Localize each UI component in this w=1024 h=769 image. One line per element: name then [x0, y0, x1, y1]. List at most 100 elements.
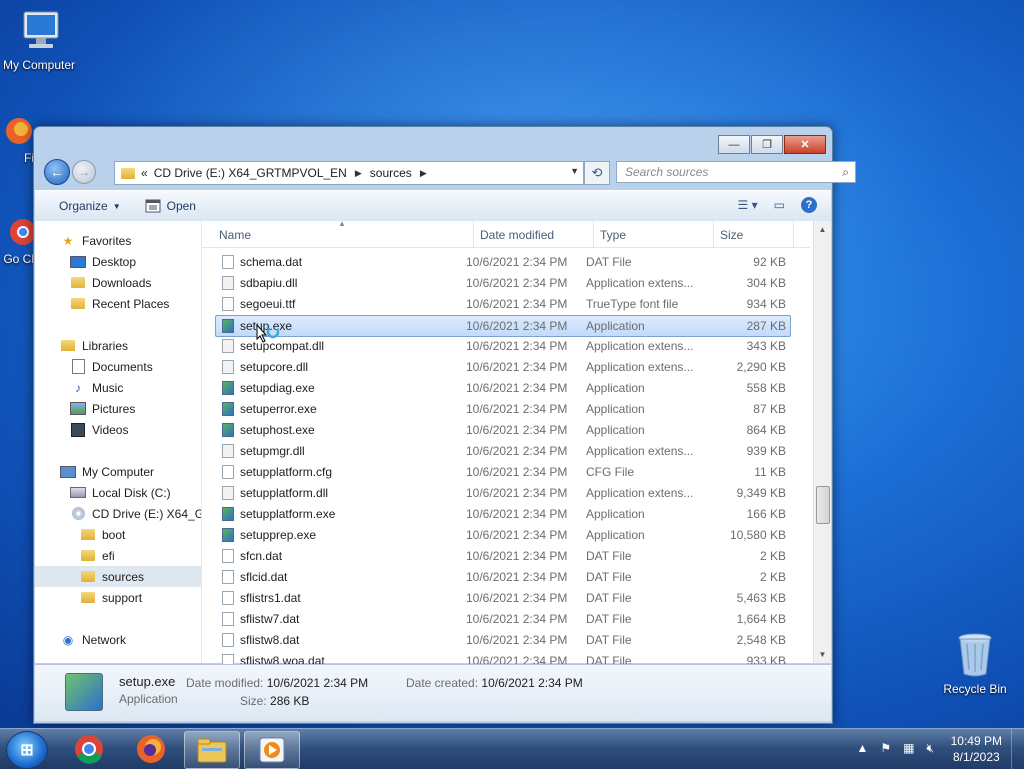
forward-button[interactable]: →	[72, 160, 96, 184]
nav-label: Pictures	[92, 401, 136, 416]
minimize-button[interactable]: —	[718, 135, 750, 154]
column-divider[interactable]	[593, 221, 594, 247]
file-type: Application extens...	[586, 486, 694, 500]
taskbar-media[interactable]	[244, 731, 300, 769]
file-row[interactable]: setuphost.exe 10/6/2021 2:34 PM Applicatio…	[216, 420, 790, 440]
taskbar-clock[interactable]: 10:49 PM 8/1/2023	[951, 733, 1002, 765]
maximize-button[interactable]: ❐	[751, 135, 783, 154]
nav-music[interactable]: ♪ Music	[35, 377, 201, 398]
column-header-type[interactable]: Type	[600, 228, 626, 242]
start-button[interactable]: ⊞	[6, 731, 48, 769]
nav-documents[interactable]: Documents	[35, 356, 201, 377]
column-header-size[interactable]: Size	[720, 228, 743, 242]
file-row[interactable]: sflcid.dat 10/6/2021 2:34 PM DAT File 2 KB	[216, 567, 790, 587]
refresh-button[interactable]: ⟲	[584, 161, 610, 185]
nav-recent-places[interactable]: Recent Places	[35, 293, 201, 314]
file-row[interactable]: segoeui.ttf 10/6/2021 2:34 PM TrueType fon…	[216, 294, 790, 314]
network-icon: ◉	[62, 632, 74, 647]
search-icon[interactable]: ⌕	[842, 165, 849, 180]
file-row[interactable]: setupplatform.cfg 10/6/2021 2:34 PM CFG Fi…	[216, 462, 790, 482]
file-row[interactable]: sflistw8.dat 10/6/2021 2:34 PM DAT File 2,5…	[216, 630, 790, 650]
file-row[interactable]: sflistrs1.dat 10/6/2021 2:34 PM DAT File 5,…	[216, 588, 790, 608]
file-row[interactable]: sdbapiu.dll 10/6/2021 2:34 PM Application …	[216, 273, 790, 293]
column-divider[interactable]	[473, 221, 474, 247]
nav-libraries[interactable]: Libraries	[35, 335, 201, 356]
dll-file-icon	[222, 276, 234, 290]
nav-folder-boot[interactable]: boot	[35, 524, 201, 545]
show-desktop-button[interactable]	[1011, 729, 1024, 769]
column-divider[interactable]	[713, 221, 714, 247]
file-type: Application extens...	[586, 360, 694, 374]
nav-desktop[interactable]: Desktop	[35, 251, 201, 272]
nav-folder-sources[interactable]: sources	[35, 566, 201, 587]
nav-folder-efi[interactable]: efi	[35, 545, 201, 566]
scroll-up-icon[interactable]: ▲	[814, 221, 831, 238]
file-row[interactable]: setupcore.dll 10/6/2021 2:34 PM Applicatio…	[216, 357, 790, 377]
column-header-date[interactable]: Date modified	[480, 228, 554, 242]
column-divider[interactable]	[793, 221, 794, 247]
toolbar-right: ☰ ▾ ▭ ?	[722, 197, 817, 213]
desktop-icon-firefox-partial[interactable]: Fi	[0, 115, 34, 165]
dll-file-icon	[222, 360, 234, 374]
disk-icon	[70, 486, 86, 500]
nav-folder-support[interactable]: support	[35, 587, 201, 608]
nav-downloads[interactable]: Downloads	[35, 272, 201, 293]
file-row[interactable]: setuperror.exe 10/6/2021 2:34 PM Applicati…	[216, 399, 790, 419]
file-row[interactable]: setupprep.exe 10/6/2021 2:34 PM Applicatio…	[216, 525, 790, 545]
file-row[interactable]: setupcompat.dll 10/6/2021 2:34 PM Applicat…	[216, 336, 790, 356]
network-status-icon[interactable]: ▦	[903, 741, 914, 756]
nav-pictures[interactable]: Pictures	[35, 398, 201, 419]
help-icon[interactable]: ?	[801, 197, 817, 213]
file-size: 9,349 KB	[736, 486, 786, 500]
file-icon	[222, 570, 234, 584]
desktop-icon-my-computer[interactable]: My Computer	[0, 10, 81, 72]
nav-favorites[interactable]: ★ Favorites	[35, 230, 201, 251]
show-hidden-icons-icon[interactable]: ▲	[856, 741, 868, 756]
file-row[interactable]: sfcn.dat 10/6/2021 2:34 PM DAT File 2 KB	[216, 546, 790, 566]
size-label: Size:	[240, 694, 267, 708]
back-button[interactable]: ←	[44, 159, 70, 185]
column-header-name[interactable]: Name	[219, 228, 251, 242]
scroll-thumb[interactable]	[816, 486, 830, 524]
chevron-right-icon[interactable]: ▶	[355, 168, 362, 179]
file-row[interactable]: setup.exe 10/6/2021 2:34 PM Application 287…	[215, 315, 791, 337]
file-row[interactable]: schema.dat 10/6/2021 2:34 PM DAT File 92 KB	[216, 252, 790, 272]
taskbar-chrome[interactable]	[62, 731, 116, 767]
nav-network[interactable]: ◉ Network	[35, 629, 201, 650]
action-center-flag-icon[interactable]: ⚑	[880, 741, 891, 756]
file-row[interactable]: setupplatform.exe 10/6/2021 2:34 PM Applic…	[216, 504, 790, 524]
taskbar-explorer[interactable]	[184, 731, 240, 769]
volume-muted-icon[interactable]: 🔇︎	[926, 741, 934, 756]
file-size: 87 KB	[753, 402, 786, 416]
close-button[interactable]: ✕	[784, 135, 826, 154]
nav-videos[interactable]: Videos	[35, 419, 201, 440]
view-options-icon[interactable]: ☰ ▾	[738, 198, 758, 212]
file-row[interactable]: setupmgr.dll 10/6/2021 2:34 PM Application…	[216, 441, 790, 461]
breadcrumb-cd-drive[interactable]: CD Drive (E:) X64_GRTMPVOL_EN	[154, 166, 347, 180]
organize-button[interactable]: Organize ▼	[59, 199, 121, 213]
chevron-right-icon[interactable]: ▶	[420, 168, 427, 179]
address-bar[interactable]: « CD Drive (E:) X64_GRTMPVOL_EN ▶ source…	[114, 161, 584, 185]
file-row[interactable]: setupdiag.exe 10/6/2021 2:34 PM Applicatio…	[216, 378, 790, 398]
dll-file-icon	[222, 486, 234, 500]
nav-local-disk[interactable]: Local Disk (C:)	[35, 482, 201, 503]
taskbar-firefox[interactable]	[124, 731, 178, 767]
scroll-down-icon[interactable]: ▼	[814, 646, 831, 663]
preview-pane-icon[interactable]: ▭	[774, 198, 785, 212]
details-pane: setup.exe Application Date modified: 10/…	[35, 664, 831, 721]
nav-label: Music	[92, 380, 124, 395]
address-dropdown-icon[interactable]: ▼	[570, 166, 579, 176]
search-input[interactable]: Search sources ⌕	[616, 161, 856, 183]
nav-my-computer[interactable]: My Computer	[35, 461, 201, 482]
file-date: 10/6/2021 2:34 PM	[466, 360, 568, 374]
desktop-icon-recycle-bin[interactable]: Recycle Bin	[933, 630, 1017, 696]
details-date-created: Date created: 10/6/2021 2:34 PM	[406, 676, 583, 690]
open-button[interactable]: Open	[145, 199, 196, 213]
file-type: Application extens...	[586, 339, 694, 353]
breadcrumb-sources[interactable]: sources	[370, 166, 412, 180]
file-row[interactable]: sflistw7.dat 10/6/2021 2:34 PM DAT File 1,6…	[216, 609, 790, 629]
vertical-scrollbar[interactable]: ▲ ▼	[813, 221, 831, 663]
address-overflow[interactable]: «	[141, 166, 148, 180]
nav-cd-drive[interactable]: CD Drive (E:) X64_GR	[35, 503, 201, 524]
file-row[interactable]: setupplatform.dll 10/6/2021 2:34 PM Applic…	[216, 483, 790, 503]
